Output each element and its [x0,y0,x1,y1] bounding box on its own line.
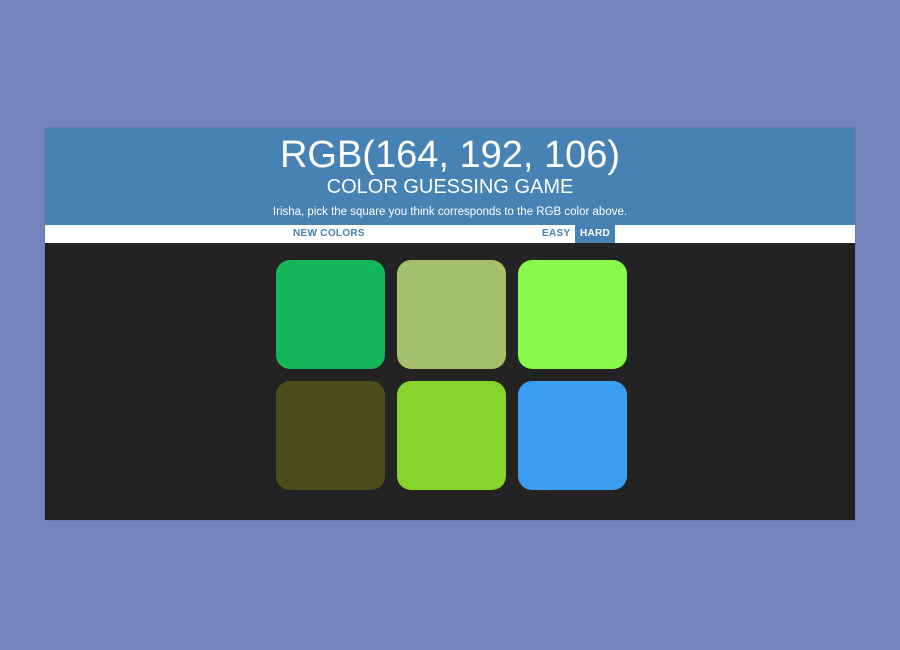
color-square-4[interactable] [276,381,385,490]
color-square-6[interactable] [518,381,627,490]
color-square-5[interactable] [397,381,506,490]
rgb-display: RGB(164, 192, 106) [279,134,621,176]
controls-stripe: NEW COLORS EASY HARD [45,225,855,243]
hard-mode-button[interactable]: HARD [575,225,615,243]
color-square-1[interactable] [276,260,385,369]
easy-mode-button[interactable]: EASY [536,225,576,243]
color-square-2[interactable] [397,260,506,369]
new-colors-button[interactable]: NEW COLORS [287,225,371,243]
color-square-3[interactable] [518,260,627,369]
header: RGB(164, 192, 106) COLOR GUESSING GAME I… [45,128,855,225]
game-title: COLOR GUESSING GAME [326,176,574,198]
game-container: RGB(164, 192, 106) COLOR GUESSING GAME I… [45,128,855,520]
instructions-text: Irisha, pick the square you think corres… [272,206,628,218]
